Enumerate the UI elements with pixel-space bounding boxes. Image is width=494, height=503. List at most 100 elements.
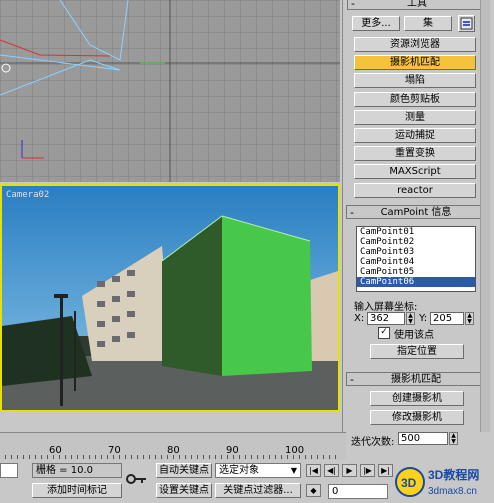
svg-text:3D: 3D [401, 476, 417, 490]
collapse-icon: - [350, 206, 354, 219]
timeline-tick [317, 455, 318, 459]
timeline-tick [17, 455, 18, 459]
assign-position-button[interactable]: 指定位置 [370, 344, 464, 359]
iterations-label: 迭代次数: [351, 437, 395, 448]
y-spinner[interactable]: ▲ ▼ [465, 312, 474, 325]
create-camera-button[interactable]: 创建摄影机 [370, 391, 464, 406]
timeline-tick [203, 455, 204, 459]
timeline-tick [89, 455, 90, 459]
timeline-tick [215, 455, 216, 459]
grid-size-readout: 栅格 = 10.0 [32, 463, 122, 478]
current-frame-input[interactable]: 0 [328, 484, 388, 499]
tool-button[interactable]: 测量 [354, 109, 476, 125]
timeline-tick [113, 455, 114, 459]
x-spinner[interactable]: ▲ ▼ [406, 312, 415, 325]
timeline-tick [185, 455, 186, 459]
tools-rollout-label: 工具 [407, 0, 427, 9]
go-to-end-icon[interactable]: ▶| [378, 464, 393, 477]
timeline-tick [257, 455, 258, 459]
timeline-tick [119, 455, 120, 459]
timeline-tick [137, 455, 138, 459]
campoint-list-item[interactable]: CamPoint01 [357, 227, 475, 237]
use-point-label: 使用该点 [394, 330, 434, 341]
timeline-tick [239, 455, 240, 459]
key-target-value: 选定对象 [219, 465, 259, 476]
timeline-tick [233, 455, 234, 459]
configure-sets-button[interactable] [458, 15, 475, 32]
play-icon[interactable]: ▶ [342, 464, 357, 477]
timeline-tick [71, 455, 72, 459]
timeline-tick [287, 455, 288, 459]
timeline-tick [11, 455, 12, 459]
more-button[interactable]: 更多... [352, 16, 400, 31]
tool-button[interactable]: 重置变换 [354, 146, 476, 162]
timeline-tick [131, 455, 132, 459]
panel-scrollbar[interactable] [480, 0, 490, 432]
x-coord-input[interactable]: 362 [367, 312, 405, 325]
campoint-list-item[interactable]: CamPoint03 [357, 247, 475, 257]
key-target-dropdown[interactable]: 选定对象 ▼ [215, 463, 301, 478]
timeline-tick [59, 455, 60, 459]
timeline-tick [329, 455, 330, 459]
timeline-tick [167, 455, 168, 459]
key-filters-button[interactable]: 关键点过滤器... [215, 483, 301, 498]
campoint-list-item[interactable]: CamPoint04 [357, 257, 475, 267]
timeline-tick [161, 455, 162, 459]
timeline-tick [335, 455, 336, 459]
site-watermark-logo: 3D 3D教程网 3dmax8.cn [392, 462, 494, 500]
auto-key-button[interactable]: 自动关键点 [156, 463, 212, 478]
camera-match-rollout-label: 摄影机匹配 [391, 374, 441, 385]
timeline-tick [47, 455, 48, 459]
timeline-ruler[interactable]: 60 70 80 90 100 [0, 432, 346, 461]
campoint-list[interactable]: CamPoint01 CamPoint02 CamPoint03 CamPoint04… [356, 226, 476, 292]
iterations-input[interactable]: 500 [398, 432, 448, 445]
previous-frame-icon[interactable]: ◀| [324, 464, 339, 477]
y-coord-input[interactable]: 205 [430, 312, 464, 325]
timeline-tick [5, 455, 6, 459]
set-button[interactable]: 集 [404, 16, 452, 31]
y-label: Y: [419, 313, 428, 324]
tool-button[interactable]: 运动捕捉 [354, 128, 476, 143]
timeline-tick [29, 455, 30, 459]
tool-button[interactable]: MAXScript [354, 164, 476, 180]
timeline-tick [77, 455, 78, 459]
set-key-button[interactable]: 设置关键点 [156, 483, 212, 498]
tool-button[interactable]: 塌陷 [354, 73, 476, 89]
lamp-post [60, 296, 63, 406]
top-viewport[interactable] [0, 0, 340, 182]
collapse-icon: - [350, 373, 354, 386]
timeline-tick [251, 455, 252, 459]
tool-button[interactable]: 资源浏览器 [354, 37, 476, 52]
tool-button[interactable]: 摄影机匹配 [354, 55, 476, 71]
camera-match-rollout-title[interactable]: - 摄影机匹配 [346, 372, 486, 386]
prompt-field[interactable] [0, 463, 18, 478]
camera-viewport[interactable]: Camera02 [0, 184, 340, 412]
use-point-checkbox[interactable]: ✓ [378, 327, 390, 339]
timeline-tick [311, 455, 312, 459]
timeline-tick [299, 455, 300, 459]
viewport-label[interactable]: Camera02 [6, 190, 49, 200]
timeline-tick [227, 455, 228, 459]
campoint-list-item[interactable]: CamPoint02 [357, 237, 475, 247]
go-to-start-icon[interactable]: |◀ [306, 464, 321, 477]
tools-rollout-title[interactable]: - 工具 [347, 0, 487, 10]
modify-camera-button[interactable]: 修改摄影机 [370, 410, 464, 425]
timeline-tick [65, 455, 66, 459]
input-coords-label: 输入屏幕坐标: [354, 302, 418, 313]
iterations-spinner[interactable]: ▲ ▼ [449, 432, 458, 445]
collapse-icon: - [351, 0, 355, 10]
tool-button[interactable]: reactor [354, 182, 476, 198]
timeline-tick [281, 455, 282, 459]
next-frame-icon[interactable]: |▶ [360, 464, 375, 477]
add-time-tag-button[interactable]: 添加时间标记 [32, 483, 122, 498]
key-mode-icon[interactable]: ◆ [306, 484, 321, 497]
timeline-tick [35, 455, 36, 459]
campoint-list-item[interactable]: CamPoint05 [357, 267, 475, 277]
campoint-list-item[interactable]: CamPoint06 [357, 277, 475, 287]
key-icon[interactable] [126, 470, 148, 488]
tool-button[interactable]: 颜色剪贴板 [354, 91, 476, 107]
timeline-tick [143, 455, 144, 459]
timeline-tick [293, 455, 294, 459]
campoint-rollout-title[interactable]: - CamPoint 信息 [346, 205, 486, 219]
timeline-tick [53, 455, 54, 459]
